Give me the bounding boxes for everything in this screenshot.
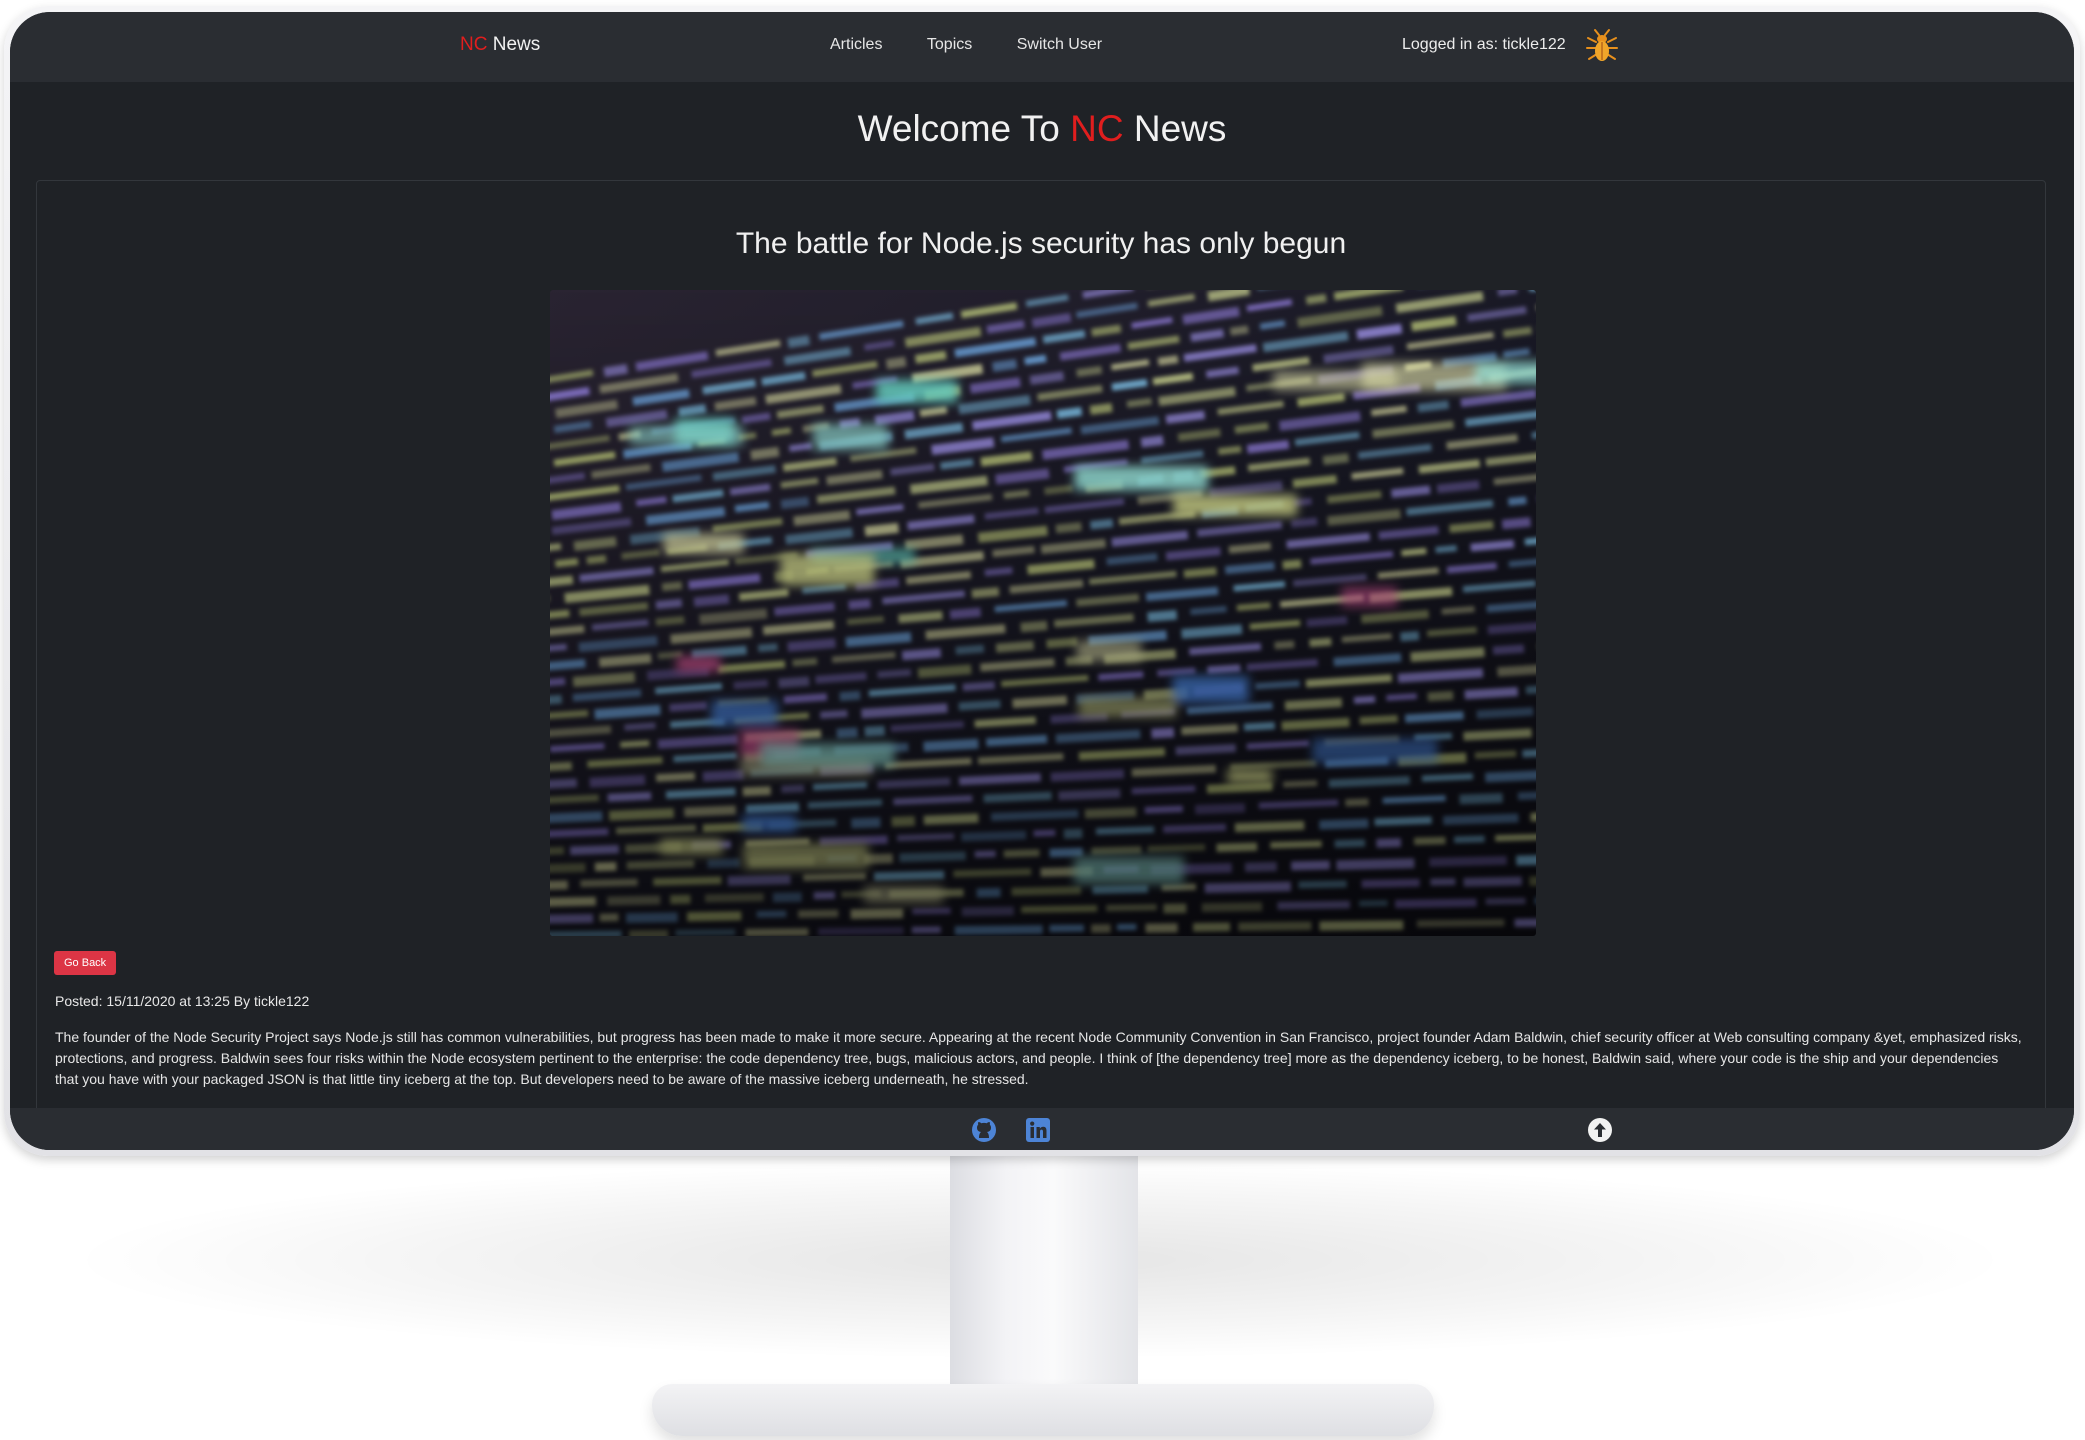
screen: NC News Articles Topics Switch User Logg… xyxy=(10,12,2074,1150)
navbar: NC News Articles Topics Switch User Logg… xyxy=(10,12,2074,82)
posted-meta: Posted: 15/11/2020 at 13:25 By tickle122 xyxy=(55,993,310,1009)
brand-text: News xyxy=(492,34,541,55)
article-card: The battle for Node.js security has only… xyxy=(36,180,2046,1112)
linkedin-icon[interactable] xyxy=(1024,1116,1052,1144)
monitor-stand-base xyxy=(652,1384,1434,1436)
go-back-button[interactable]: Go Back xyxy=(54,951,117,975)
article-title: The battle for Node.js security has only… xyxy=(735,227,1347,260)
welcome-suffix: News xyxy=(1133,108,1227,149)
arrow-up-icon[interactable] xyxy=(1586,1116,1614,1144)
brand-logo[interactable]: NC News xyxy=(460,34,540,56)
nav-articles[interactable]: Articles xyxy=(830,36,882,54)
monitor-stand-neck xyxy=(950,1156,1138,1404)
code-screen-image xyxy=(550,290,1536,936)
footer xyxy=(10,1108,2074,1150)
logged-in-user: Logged in as: tickle122 xyxy=(1402,36,1566,53)
nav-switch-user[interactable]: Switch User xyxy=(1017,36,1102,54)
welcome-prefix: Welcome To xyxy=(857,108,1060,149)
nav-topics[interactable]: Topics xyxy=(927,36,972,54)
welcome-accent: NC xyxy=(1070,108,1124,149)
github-icon[interactable] xyxy=(970,1116,998,1144)
article-body: The founder of the Node Security Project… xyxy=(55,1029,2022,1087)
brand-accent: NC xyxy=(460,34,488,55)
nav-links: Articles Topics Switch User xyxy=(830,36,1142,54)
welcome-heading: Welcome To NC News xyxy=(10,108,2074,150)
bug-avatar-icon[interactable] xyxy=(1582,26,1622,66)
monitor-frame: NC News Articles Topics Switch User Logg… xyxy=(4,6,2080,1156)
